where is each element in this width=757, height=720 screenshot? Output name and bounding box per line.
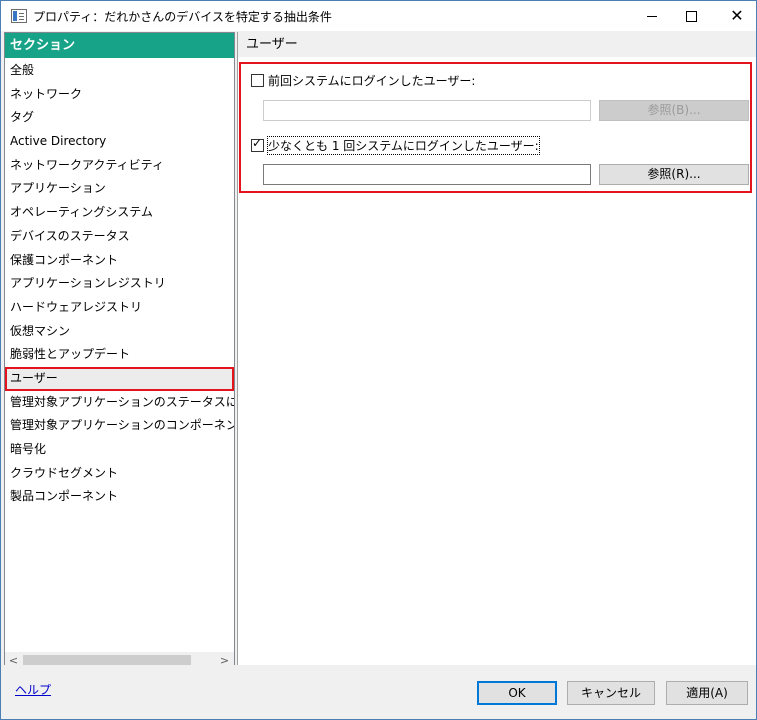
option-last-logged-user[interactable]: 前回システムにログインしたユーザー:: [251, 71, 475, 89]
sidebar-item[interactable]: ネットワーク: [5, 83, 234, 107]
sidebar-item[interactable]: 仮想マシン: [5, 320, 234, 344]
sidebar-item[interactable]: 脆弱性とアップデート: [5, 343, 234, 367]
panel-title: ユーザー: [238, 32, 756, 57]
sidebar-item[interactable]: 暗号化: [5, 438, 234, 462]
sidebar-item[interactable]: 保護コンポーネント: [5, 249, 234, 273]
sidebar-item[interactable]: アプリケーションレジストリ: [5, 272, 234, 296]
sidebar-item[interactable]: オペレーティングシステム: [5, 201, 234, 225]
properties-window: プロパティ：だれかさんのデバイスを特定する抽出条件 ✕ セクション 全般 ネットワ…: [0, 0, 757, 720]
section-panel: セクション 全般 ネットワーク タグ Active Directory ネットワークアク…: [4, 32, 235, 669]
sidebar-item[interactable]: クラウドセグメント: [5, 462, 234, 486]
sidebar-item[interactable]: ネットワークアクティビティ: [5, 154, 234, 178]
option-logged-once-user[interactable]: 少なくとも 1 回システムにログインしたユーザー:: [251, 135, 540, 155]
last-logged-user-label[interactable]: 前回システムにログインしたユーザー:: [268, 72, 475, 89]
ok-button[interactable]: OK: [477, 681, 557, 705]
browse-button-r[interactable]: 参照(R)...: [599, 164, 749, 185]
cancel-button[interactable]: キャンセル: [567, 681, 655, 705]
last-logged-user-checkbox[interactable]: [251, 73, 264, 87]
sidebar-item[interactable]: デバイスのステータス: [5, 225, 234, 249]
dialog-footer: ヘルプ OK キャンセル 適用(A): [1, 665, 756, 719]
sidebar-item[interactable]: ユーザー: [5, 366, 234, 391]
sidebar-item[interactable]: 管理対象アプリケーションのステータスに影響があ: [5, 391, 234, 415]
sidebar-item[interactable]: アプリケーション: [5, 177, 234, 201]
apply-button[interactable]: 適用(A): [666, 681, 748, 705]
minimize-icon: [647, 15, 657, 17]
logged-once-user-field[interactable]: [263, 164, 591, 185]
sidebar-item[interactable]: 全般: [5, 59, 234, 83]
close-icon: ✕: [730, 6, 744, 25]
browse-button-b[interactable]: 参照(B)...: [599, 100, 749, 121]
logged-once-user-label[interactable]: 少なくとも 1 回システムにログインしたユーザー:: [267, 135, 540, 155]
sidebar-item[interactable]: 製品コンポーネント: [5, 485, 234, 509]
title-bar: プロパティ：だれかさんのデバイスを特定する抽出条件 ✕: [1, 1, 756, 31]
section-header: セクション: [5, 33, 234, 58]
maximize-button[interactable]: [668, 1, 714, 31]
logged-once-user-checkbox[interactable]: [251, 136, 264, 152]
window-title: プロパティ：だれかさんのデバイスを特定する抽出条件: [33, 10, 332, 24]
sidebar-item[interactable]: ハードウェアレジストリ: [5, 296, 234, 320]
user-options-group: 前回システムにログインしたユーザー: 参照(B)... 少なくとも 1 回システ…: [239, 62, 752, 193]
help-link[interactable]: ヘルプ: [15, 681, 51, 698]
sidebar-item[interactable]: タグ: [5, 106, 234, 130]
settings-panel: ユーザー 前回システムにログインしたユーザー: 参照(B)... 少なくとも 1…: [237, 32, 756, 665]
app-window-icon: [11, 9, 27, 23]
last-logged-user-field[interactable]: [263, 100, 591, 121]
sidebar-item[interactable]: 管理対象アプリケーションのコンポーネントのステ-: [5, 414, 234, 438]
maximize-icon: [685, 10, 697, 22]
close-button[interactable]: ✕: [714, 1, 757, 31]
section-list: 全般 ネットワーク タグ Active Directory ネットワークアクティビティア…: [5, 59, 234, 654]
sidebar-item[interactable]: Active Directory: [5, 130, 234, 154]
